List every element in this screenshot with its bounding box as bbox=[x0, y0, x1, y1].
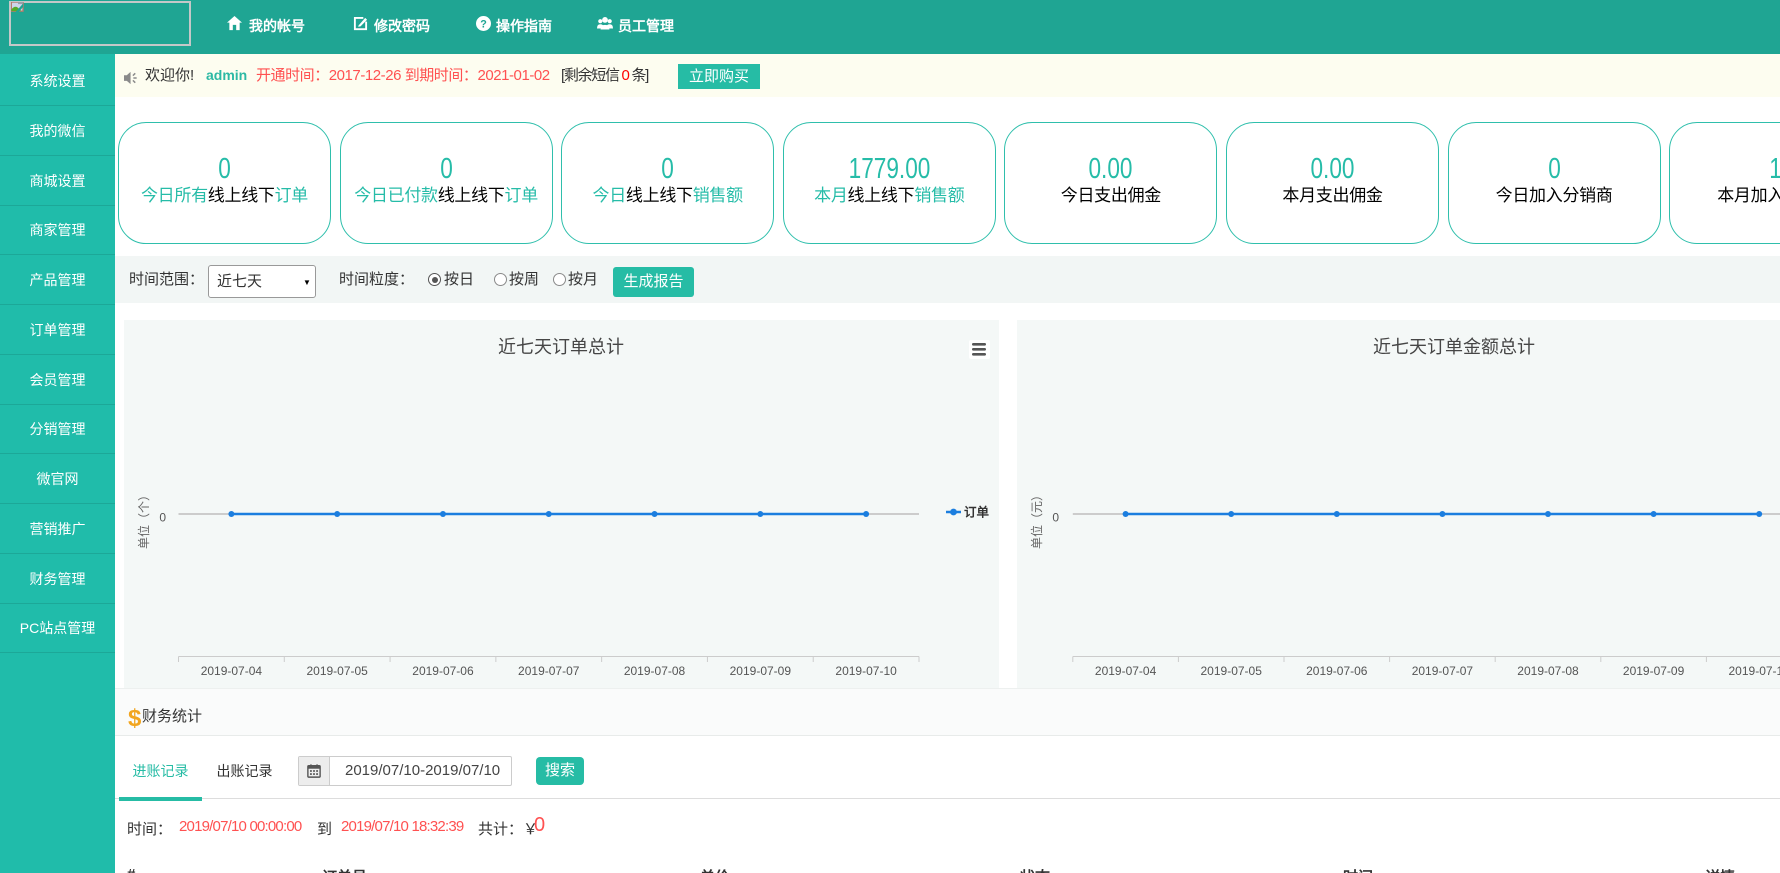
svg-text:2019-07-07: 2019-07-07 bbox=[518, 664, 580, 678]
svg-text:2019-07-06: 2019-07-06 bbox=[1306, 664, 1368, 678]
svg-text:2019-07-07: 2019-07-07 bbox=[1412, 664, 1474, 678]
svg-text:2019-07-08: 2019-07-08 bbox=[1517, 664, 1579, 678]
svg-text:0: 0 bbox=[159, 511, 166, 525]
svg-text:近七天订单金额总计: 近七天订单金额总计 bbox=[1373, 337, 1535, 357]
svg-text:2019-07-04: 2019-07-04 bbox=[201, 664, 263, 678]
svg-text:2019-07-05: 2019-07-05 bbox=[306, 664, 368, 678]
svg-text:2019-07-06: 2019-07-06 bbox=[412, 664, 474, 678]
svg-text:2019-07-10: 2019-07-10 bbox=[1729, 664, 1780, 678]
svg-text:近七天订单总计: 近七天订单总计 bbox=[498, 337, 624, 357]
svg-text:2019-07-04: 2019-07-04 bbox=[1095, 664, 1157, 678]
svg-text:0: 0 bbox=[1052, 511, 1059, 525]
svg-text:单位（元）: 单位（元） bbox=[1029, 489, 1044, 549]
svg-text:?: ? bbox=[480, 18, 487, 30]
svg-text:2019-07-09: 2019-07-09 bbox=[730, 664, 792, 678]
svg-text:2019-07-09: 2019-07-09 bbox=[1623, 664, 1685, 678]
svg-text:2019-07-05: 2019-07-05 bbox=[1201, 664, 1263, 678]
svg-text:2019-07-08: 2019-07-08 bbox=[624, 664, 686, 678]
svg-text:单位（个）: 单位（个） bbox=[136, 489, 151, 549]
svg-text:订单: 订单 bbox=[964, 505, 990, 520]
svg-text:2019-07-10: 2019-07-10 bbox=[835, 664, 897, 678]
